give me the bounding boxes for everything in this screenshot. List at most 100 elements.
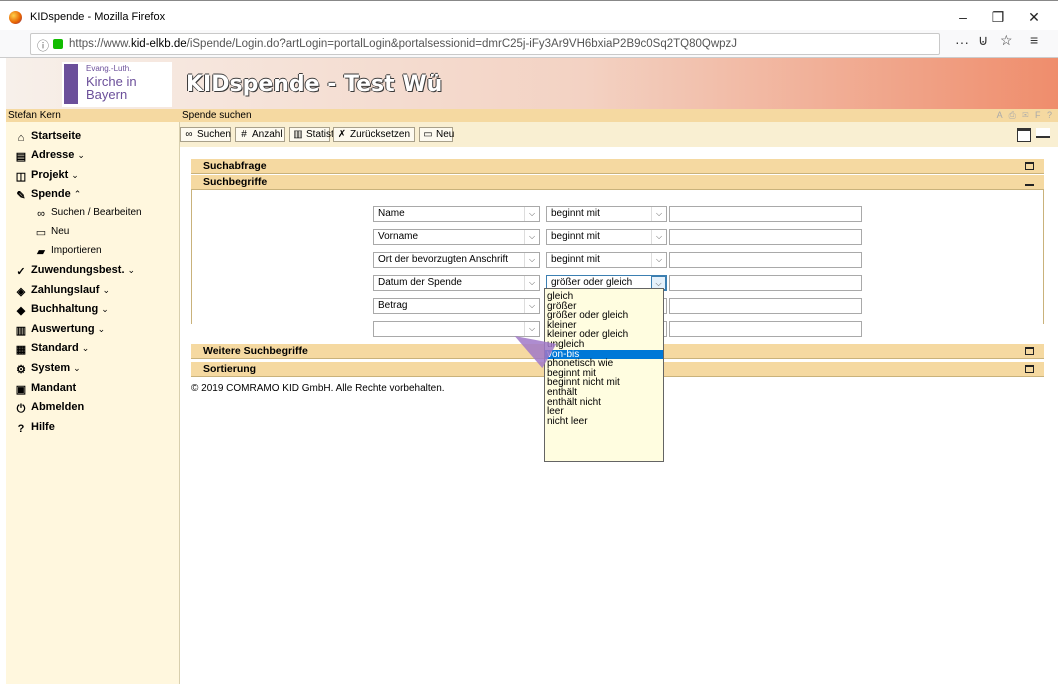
sidebar-item-13[interactable]: ▣ Mandant — [14, 382, 76, 397]
info-icon[interactable]: ⓘ — [37, 37, 49, 54]
sidebar-item-12[interactable]: ⚙ System ⌄ — [14, 362, 81, 377]
count-icon: # — [241, 129, 247, 140]
sidebar-item-8[interactable]: ◈ Zahlungslauf ⌄ — [14, 284, 110, 299]
value-input[interactable] — [669, 275, 862, 291]
sidebar-item-3[interactable]: ✎ Spende ⌃ — [14, 188, 81, 203]
field-select[interactable]: Datum der Spende ⌵ — [373, 275, 540, 291]
operator-dropdown-list[interactable]: gleich größer größer oder gleich kleiner kle… — [544, 288, 664, 462]
sidebar-item-label: System — [31, 362, 71, 374]
chevron-down-icon[interactable]: ⌵ — [651, 230, 666, 244]
field-select[interactable]: Vorname ⌵ — [373, 229, 540, 245]
page-tools[interactable]: A ⎙ ✉ F ? — [997, 109, 1054, 122]
chevron-down-icon[interactable]: ⌵ — [651, 207, 666, 221]
toolbar-button-2[interactable]: ▥ Statistik — [289, 127, 341, 142]
close-window-button[interactable]: ✕ — [1019, 6, 1049, 28]
toolbar-button-0[interactable]: ∞ Suchen — [180, 127, 231, 142]
project-icon: ◫ — [15, 171, 27, 183]
pocket-icon[interactable]: ⊍ — [978, 32, 988, 49]
section-suchbegriffe[interactable]: Suchbegriffe — [191, 175, 1044, 190]
chevron-down-icon[interactable]: ⌵ — [524, 299, 539, 313]
expand-caret-icon[interactable]: ⌃ — [74, 189, 82, 199]
sidebar-item-15[interactable]: ? Hilfe — [14, 421, 55, 436]
operator-select-value: beginnt mit — [551, 231, 600, 242]
field-select[interactable]: Ort der bevorzugten Anschrift ⌵ — [373, 252, 540, 268]
expand-caret-icon[interactable]: ⌄ — [98, 324, 106, 334]
section-title: Weitere Suchbegriffe — [203, 345, 308, 357]
chevron-down-icon[interactable]: ⌵ — [524, 276, 539, 290]
sidebar-item-2[interactable]: ◫ Projekt ⌄ — [14, 169, 79, 184]
sidebar-item-1[interactable]: ▤ Adresse ⌄ — [14, 149, 85, 164]
sidebar-item-label: Startseite — [31, 130, 82, 142]
value-input[interactable] — [669, 298, 862, 314]
sidebar-item-14[interactable]: ⏻ Abmelden — [14, 401, 85, 416]
expand-button[interactable] — [1025, 347, 1034, 355]
operator-select-value: größer oder gleich — [551, 277, 633, 288]
expand-caret-icon[interactable]: ⌄ — [82, 343, 90, 353]
value-input[interactable] — [669, 206, 862, 222]
sidebar-item-7[interactable]: ✓ Zuwendungsbest. ⌄ — [14, 264, 135, 279]
value-input[interactable] — [669, 321, 862, 337]
chart-icon: ▥ — [15, 325, 27, 337]
window-title: KIDspende - Mozilla Firefox — [30, 11, 166, 23]
field-select-value: Datum der Spende — [378, 277, 462, 288]
sidebar-item-6[interactable]: ▰ Importieren — [34, 245, 102, 259]
sidebar-item-0[interactable]: ⌂ Startseite — [14, 130, 81, 145]
toolbar-button-label: Anzahl — [252, 129, 283, 140]
expand-caret-icon[interactable]: ⌄ — [128, 265, 136, 275]
url-text[interactable]: https://www.kid-elkb.de/iSpende/Login.do… — [69, 38, 737, 50]
action-toolbar: ∞ Suchen # Anzahl ▥ Statistik ✗ Zurücksetzen ▭ Ne… — [180, 122, 1058, 147]
section-suchabfrage[interactable]: Suchabfrage — [191, 159, 1044, 174]
sidebar-item-label: Zuwendungsbest. — [31, 264, 125, 276]
operator-select[interactable]: beginnt mit ⌵ — [546, 252, 667, 268]
value-input[interactable] — [669, 252, 862, 268]
sidebar-item-label: Importieren — [51, 245, 102, 256]
expand-caret-icon[interactable]: ⌄ — [73, 363, 81, 373]
chevron-down-icon[interactable]: ⌵ — [524, 253, 539, 267]
expand-caret-icon[interactable]: ⌄ — [101, 304, 109, 314]
expand-button[interactable] — [1025, 365, 1034, 373]
minimize-panel-button[interactable] — [1036, 128, 1050, 138]
expand-caret-icon[interactable]: ⌄ — [77, 150, 85, 160]
sidebar-item-11[interactable]: ▦ Standard ⌄ — [14, 342, 89, 357]
maximize-panel-button[interactable] — [1017, 128, 1031, 142]
toolbar-button-1[interactable]: # Anzahl — [235, 127, 285, 142]
bookmark-star-icon[interactable]: ☆ — [1000, 32, 1013, 49]
app-menu-icon[interactable]: ≡ — [1030, 32, 1038, 48]
expand-caret-icon[interactable]: ⌄ — [71, 170, 79, 180]
app-title: KIDspende - Test Wü — [186, 72, 443, 97]
collapse-button[interactable] — [1025, 184, 1034, 186]
logo-line-3: Bayern — [86, 87, 128, 102]
toolbar-button-4[interactable]: ▭ Neu — [419, 127, 454, 142]
chevron-down-icon[interactable]: ⌵ — [524, 207, 539, 221]
chevron-down-icon[interactable]: ⌵ — [651, 253, 666, 267]
field-select[interactable]: Name ⌵ — [373, 206, 540, 222]
sidebar-item-4[interactable]: ∞ Suchen / Bearbeiten — [34, 207, 142, 221]
dropdown-option[interactable]: nicht leer — [545, 416, 663, 427]
logout-icon: ⏻ — [16, 403, 26, 415]
operator-select[interactable]: beginnt mit ⌵ — [546, 206, 667, 222]
sidebar-item-label: Adresse — [31, 149, 75, 161]
sidebar-item-10[interactable]: ▥ Auswertung ⌄ — [14, 323, 105, 338]
maximize-button[interactable]: ❐ — [983, 6, 1013, 28]
expand-button[interactable] — [1025, 162, 1034, 170]
value-input[interactable] — [669, 229, 862, 245]
field-select[interactable]: Betrag ⌵ — [373, 298, 540, 314]
url-bar[interactable]: ⓘ https://www.kid-elkb.de/iSpende/Login.… — [30, 33, 940, 55]
sidebar-item-label: Standard — [31, 342, 79, 354]
toolbar-button-label: Zurücksetzen — [350, 129, 411, 140]
toolbar-button-3[interactable]: ✗ Zurücksetzen — [333, 127, 415, 142]
lock-icon[interactable] — [53, 39, 63, 49]
chevron-down-icon[interactable]: ⌵ — [524, 230, 539, 244]
app-header: Evang.-Luth. Kirche in Bayern KIDspende … — [6, 58, 1058, 109]
sidebar-item-label: Abmelden — [31, 401, 85, 413]
client-icon: ▣ — [15, 384, 27, 396]
operator-select-value: beginnt mit — [551, 254, 600, 265]
sidebar-item-9[interactable]: ◆ Buchhaltung ⌄ — [14, 303, 109, 318]
operator-select[interactable]: beginnt mit ⌵ — [546, 229, 667, 245]
sidebar-item-label: Hilfe — [31, 421, 55, 433]
sidebar-item-5[interactable]: ▭ Neu — [34, 226, 70, 240]
field-select-value: Name — [378, 208, 405, 219]
minimize-button[interactable]: – — [948, 6, 978, 28]
more-actions-icon[interactable]: ··· — [955, 34, 969, 50]
expand-caret-icon[interactable]: ⌄ — [102, 285, 110, 295]
